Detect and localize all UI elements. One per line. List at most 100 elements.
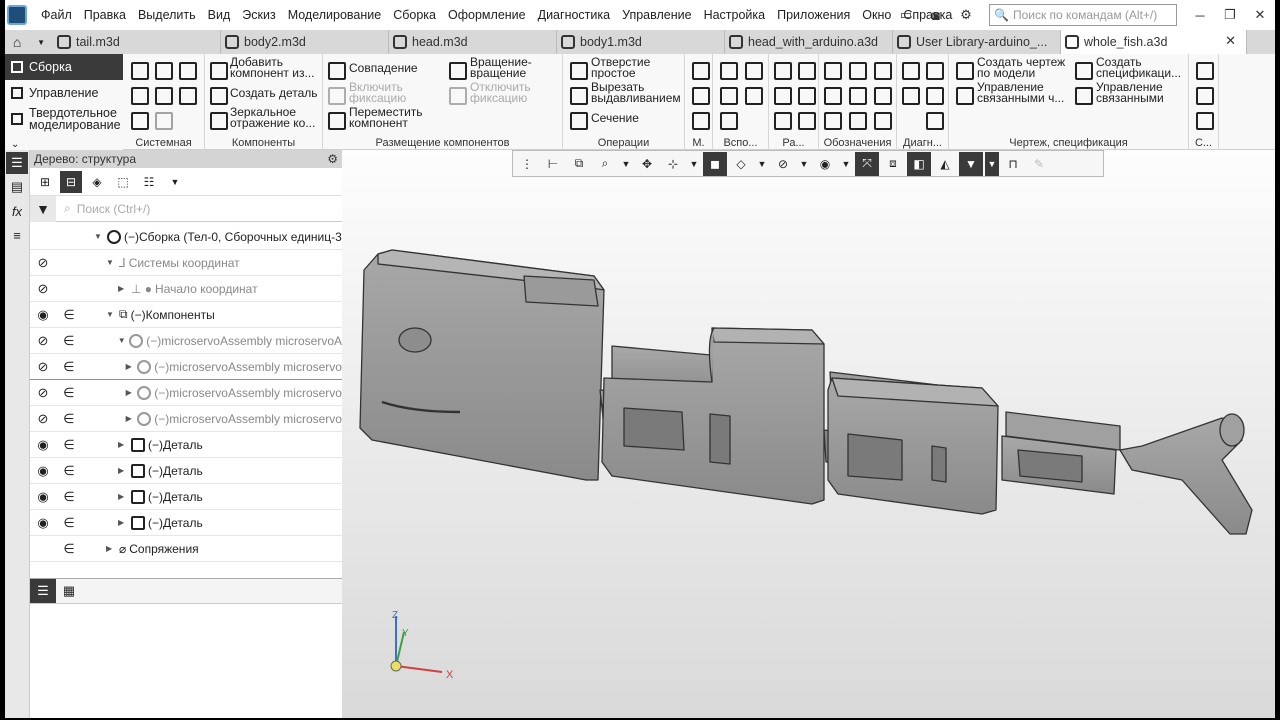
menu-assembly[interactable]: Сборка [387,8,442,22]
enable-fix-button[interactable]: Включить фиксацию [349,82,429,104]
annot-icon-3[interactable] [872,60,892,80]
include-icon[interactable]: ∈ [56,333,82,349]
add-component-button[interactable]: Добавить компонент из... [230,57,320,79]
annot-icon-7[interactable] [822,110,842,130]
tree-row[interactable]: ⊘ ∈ ▶ (−)microservoAssembly microservo [30,406,342,432]
create-spec-button[interactable]: Создать спецификаци... [1096,57,1186,79]
tree-view-icon[interactable]: ◈ [86,171,108,193]
tree-hierarchy-icon[interactable]: ⊟ [60,170,82,193]
expand-triangle-icon[interactable]: ▶ [118,284,128,293]
section-icon[interactable] [568,110,588,130]
scene-icon[interactable]: ⧉ [567,152,591,176]
menu-file[interactable]: Файл [35,8,78,22]
menu-edit[interactable]: Правка [78,8,132,22]
coincidence-button[interactable]: Совпадение [349,62,418,74]
hidden-eye-icon[interactable]: ⊘ [30,255,56,271]
aux-axis-icon[interactable] [718,60,738,80]
tree-row[interactable]: ⊘ ∈ ▼ (−)microservoAssembly microservoA [30,328,342,354]
tab-user-library[interactable]: User Library-arduino_... [893,30,1061,54]
tab-body1[interactable]: body1.m3d [557,30,725,54]
tree-row[interactable]: ◉ ∈ ▶ (−)Деталь [30,510,342,536]
annot-icon-5[interactable] [847,85,867,105]
tab-head[interactable]: head.m3d [389,30,557,54]
visible-eye-icon[interactable]: ◉ [30,307,56,323]
tree-search-input[interactable]: ⌕ Поиск (Ctrl+/) [56,196,342,222]
expand-triangle-icon[interactable]: ▼ [106,258,116,267]
tab-whole-fish[interactable]: whole_fish.a3d ✕ [1061,30,1247,54]
ra-icon-3[interactable] [772,85,792,105]
include-icon[interactable]: ∈ [56,489,82,505]
annot-icon-8[interactable] [847,110,867,130]
save-all-icon[interactable] [177,85,197,105]
include-icon[interactable]: ∈ [56,463,82,479]
menu-settings[interactable]: Настройка [698,8,772,22]
tree-select-icon[interactable]: ⬚ [112,171,134,193]
expand-triangle-icon[interactable]: ▶ [126,414,135,423]
tree-toggle-icon[interactable]: ⋮ [515,152,539,176]
expand-triangle-icon[interactable]: ▶ [126,362,135,371]
diag-icon-5[interactable] [924,110,944,130]
menu-apps[interactable]: Приложения [771,8,856,22]
expand-triangle-icon[interactable]: ▶ [118,440,128,449]
hidden-eye-icon[interactable]: ⊘ [30,411,56,427]
mirror-component-icon[interactable] [208,110,228,130]
include-icon[interactable]: ∈ [56,307,82,323]
tree-row[interactable]: ◉ ∈ ▶ (−)Деталь [30,458,342,484]
diag-icon-1[interactable] [900,60,920,80]
aux-plane-icon[interactable] [743,60,763,80]
aux-point-icon[interactable] [743,85,763,105]
preview-icon[interactable] [153,85,173,105]
move-component-icon[interactable] [326,110,346,130]
menu-design[interactable]: Оформление [442,8,532,22]
tree-settings-gear-icon[interactable]: ⚙ [327,152,338,166]
close-tab-icon[interactable]: ✕ [1225,33,1236,49]
menu-management[interactable]: Управление [616,8,698,22]
tab-head-with-arduino[interactable]: head_with_arduino.a3d [725,30,893,54]
mode-solid-modeling[interactable]: Твердотельное моделирование [5,106,123,132]
tree-row[interactable]: ◉ ∈ ▶ (−)Деталь [30,432,342,458]
tree-row[interactable]: ◉ ∈ ▼ ⧉ (−)Компоненты [30,302,342,328]
visible-eye-icon[interactable]: ◉ [30,489,56,505]
coincidence-icon[interactable] [326,60,346,80]
open-icon[interactable] [153,60,173,80]
cut-extrude-button[interactable]: Вырезать выдавливанием [591,82,683,104]
materials-icon[interactable]: ◭ [933,152,957,176]
simple-hole-button[interactable]: Отверстие простое [591,57,681,79]
ra-icon-2[interactable] [796,60,816,80]
mirror-component-button[interactable]: Зеркальное отражение ко... [230,107,320,129]
manage-drawings-button[interactable]: Управление связанными ч... [977,82,1069,104]
tree-row[interactable]: ∈ ▶ ⌀ Сопряжения [30,536,342,562]
wireframe-cube-icon[interactable]: ◇ [729,152,753,176]
print-icon[interactable] [129,85,149,105]
visibility-icon[interactable]: ◉ [813,152,837,176]
properties-panel-icon[interactable]: ▤ [6,176,28,198]
aux-plane2-icon[interactable] [718,85,738,105]
move-component-button[interactable]: Переместить компонент [349,107,429,129]
tree-row[interactable]: ⊘ ∈ ▶ (−)microservoAssembly microservo [30,380,342,406]
diag-icon-3[interactable] [900,85,920,105]
c-icon-3[interactable] [1194,110,1214,130]
tab-body2[interactable]: body2.m3d [221,30,389,54]
menu-diagnostics[interactable]: Диагностика [532,8,616,22]
expand-triangle-icon[interactable]: ▶ [118,492,128,501]
chevron-down-icon[interactable]: ▼ [164,171,186,193]
measure-icon[interactable]: ⊓ [1001,152,1025,176]
zoom-icon[interactable]: ⌕ [593,152,617,176]
c-icon-2[interactable] [1194,85,1214,105]
filter-icon[interactable]: ▼ [30,195,56,222]
home-tab[interactable]: ⌂ ▼ [5,30,53,54]
expand-triangle-icon[interactable]: ▼ [94,232,104,241]
pattern-icon[interactable] [690,60,710,80]
disable-fix-icon[interactable] [447,85,467,105]
pencil-icon[interactable]: ✎ [1027,152,1051,176]
tree-row[interactable]: ◉ ∈ ▶ (−)Деталь [30,484,342,510]
minimize-icon[interactable]: ─ [1185,3,1215,27]
menu-view[interactable]: Вид [202,8,237,22]
annot-icon-4[interactable] [822,85,842,105]
rotate-rotate-icon[interactable] [447,60,467,80]
command-search-input[interactable]: 🔍 Поиск по командам (Alt+/) [989,4,1177,26]
hidden-eye-icon[interactable]: ⊘ [30,333,56,349]
new-doc-icon[interactable] [129,60,149,80]
chevron-down-icon[interactable]: ▼ [755,152,769,176]
diag-icon-2[interactable] [924,60,944,80]
